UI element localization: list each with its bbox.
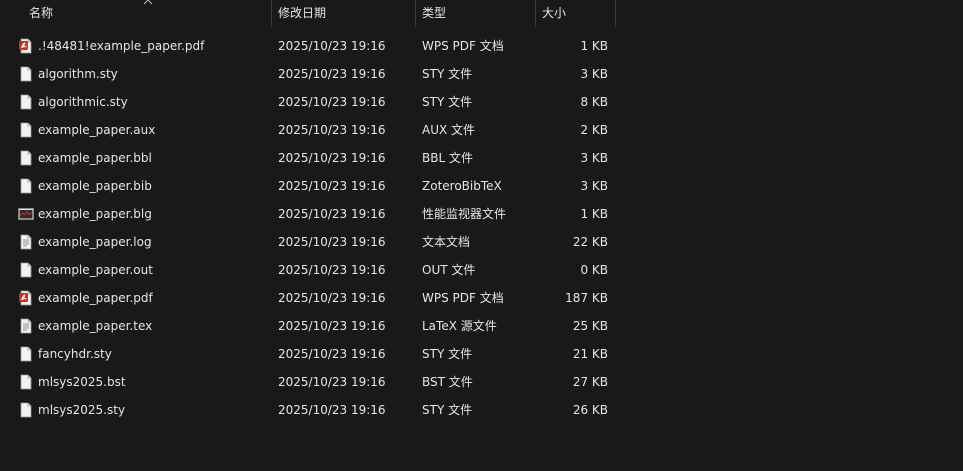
file-type: BBL 文件 xyxy=(422,151,473,165)
file-modified-date: 2025/10/23 19:16 xyxy=(278,403,386,417)
file-icon xyxy=(18,150,34,166)
file-list: .!48481!example_paper.pdf 2025/10/23 19:1… xyxy=(0,32,963,424)
file-size: 25 KB xyxy=(572,319,608,333)
file-name[interactable]: example_paper.bbl xyxy=(38,144,152,172)
file-modified-date: 2025/10/23 19:16 xyxy=(278,291,386,305)
file-row[interactable]: algorithm.sty 2025/10/23 19:16 STY 文件 3 KB xyxy=(0,60,616,88)
file-icon xyxy=(18,346,34,362)
file-type: WPS PDF 文档 xyxy=(422,39,504,53)
file-type: LaTeX 源文件 xyxy=(422,319,497,333)
file-row[interactable]: .!48481!example_paper.pdf 2025/10/23 19:1… xyxy=(0,32,616,60)
pdf-icon xyxy=(18,38,34,54)
file-type: STY 文件 xyxy=(422,347,473,361)
column-header-size[interactable]: 大小 xyxy=(535,0,615,27)
sort-ascending-icon xyxy=(143,0,153,5)
file-type: WPS PDF 文档 xyxy=(422,291,504,305)
file-row[interactable]: example_paper.tex 2025/10/23 19:16 LaTeX 源… xyxy=(0,312,616,340)
file-modified-date: 2025/10/23 19:16 xyxy=(278,151,386,165)
file-name[interactable]: example_paper.tex xyxy=(38,312,152,340)
file-name[interactable]: fancyhdr.sty xyxy=(38,340,112,368)
file-modified-date: 2025/10/23 19:16 xyxy=(278,39,386,53)
file-modified-date: 2025/10/23 19:16 xyxy=(278,235,386,249)
file-icon xyxy=(18,262,34,278)
file-type: AUX 文件 xyxy=(422,123,476,137)
file-modified-date: 2025/10/23 19:16 xyxy=(278,263,386,277)
column-header-type-label: 类型 xyxy=(422,6,447,20)
file-row[interactable]: fancyhdr.sty 2025/10/23 19:16 STY 文件 21 KB xyxy=(0,340,616,368)
file-modified-date: 2025/10/23 19:16 xyxy=(278,67,386,81)
file-icon xyxy=(18,374,34,390)
file-explorer: 名称 修改日期 类型 大小 .!48481!example_paper.pdf 2… xyxy=(0,0,963,471)
file-size: 2 KB xyxy=(580,123,608,137)
file-type: 性能监视器文件 xyxy=(422,207,507,221)
file-row[interactable]: example_paper.out 2025/10/23 19:16 OUT 文件 0… xyxy=(0,256,616,284)
column-header-modified-label: 修改日期 xyxy=(278,6,327,20)
file-row[interactable]: mlsys2025.sty 2025/10/23 19:16 STY 文件 26 KB xyxy=(0,396,616,424)
file-size: 8 KB xyxy=(580,95,608,109)
file-row[interactable]: example_paper.bib 2025/10/23 19:16 ZoteroB… xyxy=(0,172,616,200)
file-type: STY 文件 xyxy=(422,95,473,109)
file-type: OUT 文件 xyxy=(422,263,476,277)
file-size: 1 KB xyxy=(580,39,608,53)
file-modified-date: 2025/10/23 19:16 xyxy=(278,95,386,109)
performance-monitor-icon xyxy=(18,206,34,222)
file-row[interactable]: example_paper.blg 2025/10/23 19:16 性能监视器文件… xyxy=(0,200,616,228)
file-modified-date: 2025/10/23 19:16 xyxy=(278,375,386,389)
file-icon xyxy=(18,66,34,82)
file-icon xyxy=(18,94,34,110)
file-modified-date: 2025/10/23 19:16 xyxy=(278,123,386,137)
file-row[interactable]: example_paper.pdf 2025/10/23 19:16 WPS PDF… xyxy=(0,284,616,312)
file-name[interactable]: .!48481!example_paper.pdf xyxy=(38,32,204,60)
file-modified-date: 2025/10/23 19:16 xyxy=(278,319,386,333)
file-modified-date: 2025/10/23 19:16 xyxy=(278,179,386,193)
file-name[interactable]: example_paper.aux xyxy=(38,116,155,144)
column-divider[interactable] xyxy=(615,0,616,27)
pdf-icon xyxy=(18,290,34,306)
column-header-bar: 名称 修改日期 类型 大小 xyxy=(0,0,963,27)
file-name[interactable]: algorithmic.sty xyxy=(38,88,128,116)
file-size: 0 KB xyxy=(580,263,608,277)
file-type: 文本文档 xyxy=(422,235,471,249)
file-name[interactable]: example_paper.pdf xyxy=(38,284,153,312)
file-name[interactable]: example_paper.bib xyxy=(38,172,152,200)
file-size: 187 KB xyxy=(565,291,608,305)
file-size: 3 KB xyxy=(580,67,608,81)
file-name[interactable]: mlsys2025.bst xyxy=(38,368,126,396)
file-icon xyxy=(18,122,34,138)
file-row[interactable]: example_paper.aux 2025/10/23 19:16 AUX 文件 2… xyxy=(0,116,616,144)
file-row[interactable]: mlsys2025.bst 2025/10/23 19:16 BST 文件 27 KB xyxy=(0,368,616,396)
file-size: 21 KB xyxy=(572,347,608,361)
column-header-size-label: 大小 xyxy=(542,6,567,20)
file-name[interactable]: example_paper.out xyxy=(38,256,153,284)
file-icon xyxy=(18,178,34,194)
file-size: 3 KB xyxy=(580,151,608,165)
file-modified-date: 2025/10/23 19:16 xyxy=(278,347,386,361)
file-size: 27 KB xyxy=(572,375,608,389)
file-type: STY 文件 xyxy=(422,67,473,81)
column-header-type[interactable]: 类型 xyxy=(415,0,535,27)
file-row[interactable]: example_paper.log 2025/10/23 19:16 文本文档 22 … xyxy=(0,228,616,256)
file-size: 26 KB xyxy=(572,403,608,417)
file-type: BST 文件 xyxy=(422,375,473,389)
column-header-modified[interactable]: 修改日期 xyxy=(271,0,415,27)
file-row[interactable]: example_paper.bbl 2025/10/23 19:16 BBL 文件 3… xyxy=(0,144,616,172)
file-name[interactable]: example_paper.log xyxy=(38,228,152,256)
file-size: 3 KB xyxy=(580,179,608,193)
text-document-icon xyxy=(18,234,34,250)
file-row[interactable]: algorithmic.sty 2025/10/23 19:16 STY 文件 8 K… xyxy=(0,88,616,116)
file-modified-date: 2025/10/23 19:16 xyxy=(278,207,386,221)
file-icon xyxy=(18,402,34,418)
file-type: ZoteroBibTeX xyxy=(422,179,502,193)
column-header-name-label: 名称 xyxy=(29,6,54,20)
file-name[interactable]: algorithm.sty xyxy=(38,60,118,88)
file-name[interactable]: example_paper.blg xyxy=(38,200,152,228)
file-type: STY 文件 xyxy=(422,403,473,417)
file-size: 22 KB xyxy=(572,235,608,249)
file-size: 1 KB xyxy=(580,207,608,221)
file-name[interactable]: mlsys2025.sty xyxy=(38,396,125,424)
text-document-icon xyxy=(18,318,34,334)
